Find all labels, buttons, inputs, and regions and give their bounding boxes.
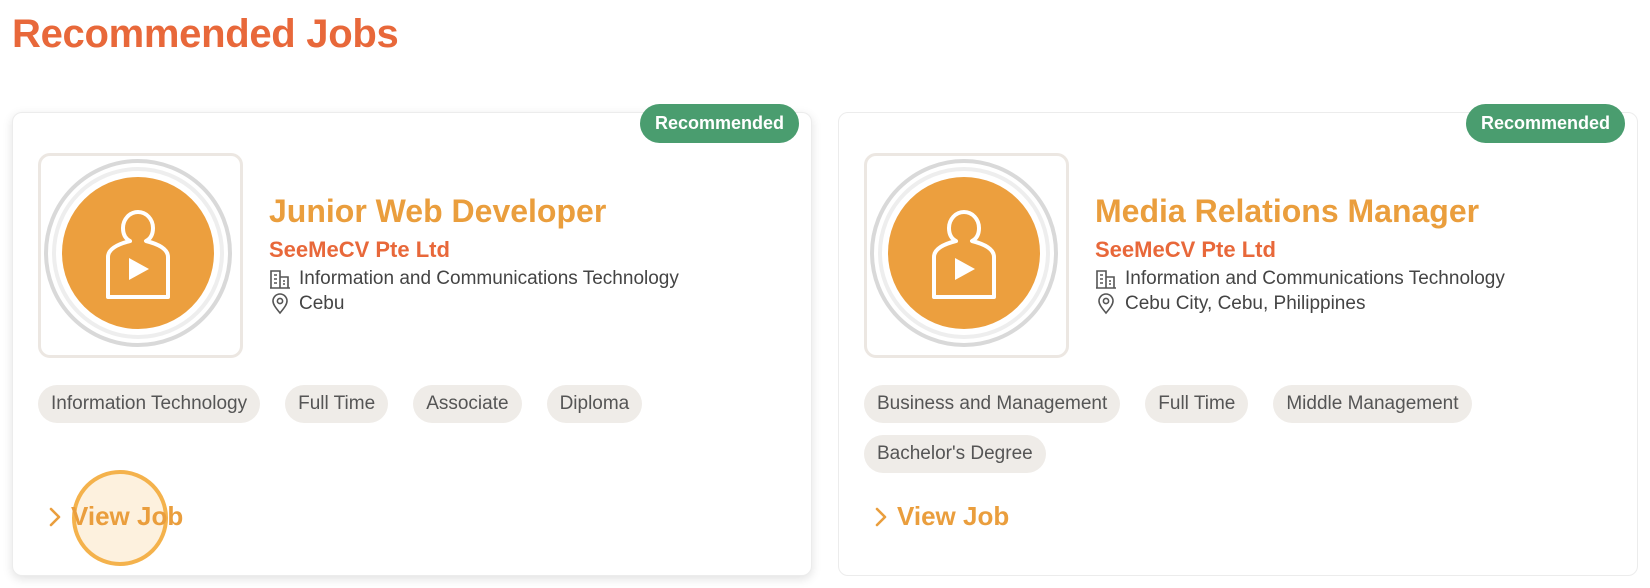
person-play-icon	[870, 159, 1058, 347]
tag-chip: Middle Management	[1273, 385, 1472, 423]
building-icon	[1096, 270, 1116, 289]
location-row: Cebu City, Cebu, Philippines	[1095, 293, 1365, 315]
chevron-right-icon	[49, 507, 61, 526]
location-text: Cebu	[299, 293, 345, 314]
location-pin-icon	[272, 293, 288, 315]
industry-text: Information and Communications Technolog…	[299, 268, 679, 289]
view-job-label: View Job	[897, 501, 1010, 531]
location-pin-icon	[1098, 293, 1114, 315]
company-logo	[38, 153, 243, 358]
tag-chip: Full Time	[1145, 385, 1249, 423]
view-job-label: View Job	[71, 501, 184, 531]
location-row: Cebu	[269, 293, 344, 315]
tag-chip: Bachelor's Degree	[864, 435, 1046, 473]
job-card[interactable]: Recommended Junior Web Developer SeeMeCV…	[12, 104, 812, 576]
job-title[interactable]: Media Relations Manager	[1095, 193, 1479, 230]
building-icon	[270, 270, 290, 289]
company-logo	[864, 153, 1069, 358]
industry-row: Information and Communications Technolog…	[269, 268, 679, 290]
tag-chip: Full Time	[285, 385, 389, 423]
company-name[interactable]: SeeMeCV Pte Ltd	[269, 237, 450, 263]
tag-chip: Business and Management	[864, 385, 1121, 423]
job-title[interactable]: Junior Web Developer	[269, 193, 606, 230]
tag-list: Business and Management Full Time Middle…	[864, 385, 1624, 473]
tag-chip: Diploma	[546, 385, 643, 423]
industry-row: Information and Communications Technolog…	[1095, 268, 1505, 290]
page-title: Recommended Jobs	[12, 12, 399, 56]
location-text: Cebu City, Cebu, Philippines	[1125, 293, 1366, 314]
view-job-link[interactable]: View Job	[49, 501, 183, 532]
recommended-badge: Recommended	[1465, 104, 1625, 143]
company-name[interactable]: SeeMeCV Pte Ltd	[1095, 237, 1276, 263]
tag-chip: Information Technology	[38, 385, 261, 423]
person-play-icon	[44, 159, 232, 347]
recommended-badge: Recommended	[639, 104, 799, 143]
view-job-link[interactable]: View Job	[875, 501, 1009, 532]
chevron-right-icon	[875, 507, 887, 526]
tag-chip: Associate	[413, 385, 522, 423]
tag-list: Information Technology Full Time Associa…	[38, 385, 798, 423]
industry-text: Information and Communications Technolog…	[1125, 268, 1505, 289]
job-card[interactable]: Recommended Media Relations Manager SeeM…	[838, 104, 1638, 576]
